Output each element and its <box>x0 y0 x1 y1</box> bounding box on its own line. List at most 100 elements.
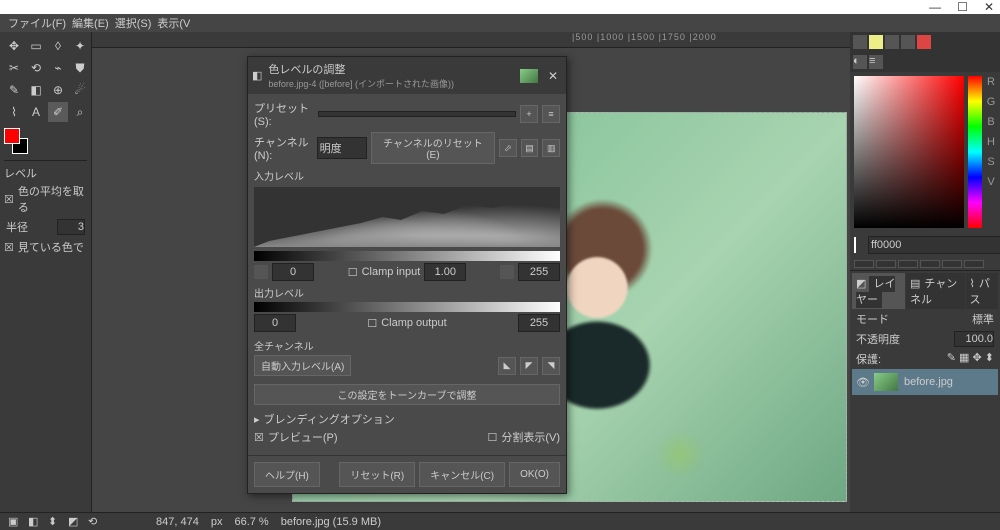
picker-black-icon[interactable]: ◣ <box>498 357 516 375</box>
sub-tab1[interactable]: ◐ <box>853 55 867 69</box>
status-unit[interactable]: px <box>211 516 223 528</box>
clamp-output-check[interactable]: ☐ <box>367 317 377 330</box>
preset-add-icon[interactable]: + <box>520 105 538 123</box>
linear-hist-icon[interactable]: ⬀ <box>499 139 517 157</box>
output-low[interactable] <box>254 314 296 332</box>
picker-gray-icon[interactable]: ◤ <box>520 357 538 375</box>
recent3[interactable] <box>898 260 918 268</box>
dialog-close-icon[interactable]: ✕ <box>544 69 562 83</box>
split-check[interactable]: ☐ <box>487 431 497 444</box>
recent6[interactable] <box>964 260 984 268</box>
menu-file[interactable]: ファイル(F) <box>6 15 68 31</box>
lock-icons[interactable]: ✎ ▦ ✥ ⬍ <box>947 351 994 367</box>
help-button[interactable]: ヘルプ(H) <box>254 462 320 487</box>
minimize-icon[interactable]: — <box>929 0 941 14</box>
tab-paths[interactable]: ⌇パス <box>966 273 998 309</box>
tool-eraser-icon[interactable]: ◧ <box>26 80 46 100</box>
clamp-input-check[interactable]: ☐ <box>348 266 358 279</box>
output-gradient[interactable] <box>254 302 560 312</box>
tool-clone-icon[interactable]: ⊕ <box>48 80 68 100</box>
output-high[interactable] <box>518 314 560 332</box>
tool-warp-icon[interactable]: ⌁ <box>48 58 68 78</box>
tool-fuzzy-icon[interactable]: ✦ <box>70 36 90 56</box>
pick-white-icon[interactable] <box>500 265 514 279</box>
close-icon[interactable]: ✕ <box>984 0 994 14</box>
dialog-title: 色レベルの調整 <box>268 61 514 77</box>
tool-crop-icon[interactable]: ✂ <box>4 58 24 78</box>
pick-black-icon[interactable] <box>254 265 268 279</box>
status-zoom[interactable]: 66.7 % <box>234 516 268 528</box>
menu-edit[interactable]: 編集(E) <box>70 15 111 31</box>
tool-pencil-icon[interactable]: ✎ <box>4 80 24 100</box>
hist-icon[interactable]: ▥ <box>542 139 560 157</box>
mode-select[interactable]: 標準 <box>972 311 994 327</box>
layer-name[interactable]: before.jpg <box>904 376 953 388</box>
reset-button[interactable]: リセット(R) <box>339 462 415 487</box>
maximize-icon[interactable]: ☐ <box>957 0 968 14</box>
recent2[interactable] <box>876 260 896 268</box>
sb-icon3[interactable]: ⬍ <box>48 515 62 528</box>
picker-white-icon[interactable]: ◥ <box>542 357 560 375</box>
foreground-swatch[interactable] <box>4 128 20 144</box>
tool-rect-select-icon[interactable]: ▭ <box>26 36 46 56</box>
tool-path-icon[interactable]: ⌇ <box>4 102 24 122</box>
menu-bar: ファイル(F) 編集(E) 選択(S) 表示(V <box>0 14 1000 32</box>
fg-bg-colors[interactable] <box>4 128 34 154</box>
preset-menu-icon[interactable]: ≡ <box>542 105 560 123</box>
edit-curves-button[interactable]: この設定をトーンカーブで調整 <box>254 384 560 405</box>
dock-tab5[interactable] <box>917 35 931 49</box>
sb-icon5[interactable]: ⟲ <box>88 515 102 528</box>
input-gamma[interactable] <box>424 263 466 281</box>
histogram[interactable] <box>254 187 560 247</box>
input-low[interactable] <box>272 263 314 281</box>
color-picker-gradient[interactable] <box>854 76 964 228</box>
menu-view[interactable]: 表示(V <box>155 15 192 31</box>
recent1[interactable] <box>854 260 874 268</box>
preset-select[interactable] <box>318 111 516 117</box>
tool-color-picker-icon[interactable]: ✐ <box>48 102 68 122</box>
sb-icon4[interactable]: ◩ <box>68 515 82 528</box>
sub-tab2[interactable]: ≡ <box>869 55 883 69</box>
preview-check[interactable]: ☒ <box>254 431 264 444</box>
tool-move-icon[interactable]: ✥ <box>4 36 24 56</box>
dock-tab2[interactable] <box>869 35 883 49</box>
tool-zoom-icon[interactable]: ⌕ <box>70 102 90 122</box>
tool-rotate-icon[interactable]: ⟲ <box>26 58 46 78</box>
input-gradient[interactable] <box>254 251 560 261</box>
dialog-subtitle: before.jpg-4 ([before] (インポートされた画像)) <box>268 77 514 90</box>
channel-reset-button[interactable]: チャンネルのリセット(E) <box>371 132 495 164</box>
auto-levels-button[interactable]: 自動入力レベル(A) <box>254 355 351 376</box>
dock-tab1[interactable] <box>853 35 867 49</box>
seecolor-checkbox[interactable]: ☒ <box>4 241 14 254</box>
avg-checkbox[interactable]: ☒ <box>4 193 14 206</box>
log-hist-icon[interactable]: ▤ <box>521 139 539 157</box>
tool-free-select-icon[interactable]: ◊ <box>48 36 68 56</box>
channel-select[interactable]: 明度 <box>317 137 367 159</box>
ok-button[interactable]: OK(O) <box>509 462 560 487</box>
menu-select[interactable]: 選択(S) <box>113 15 154 31</box>
layer-item[interactable]: 👁 before.jpg <box>852 369 998 395</box>
sb-icon2[interactable]: ◧ <box>28 515 42 528</box>
dock-tab3[interactable] <box>885 35 899 49</box>
dock-subtabs: ◐ ≡ <box>850 52 1000 72</box>
hex-input[interactable] <box>868 236 1000 254</box>
recent4[interactable] <box>920 260 940 268</box>
sb-icon1[interactable]: ▣ <box>8 515 22 528</box>
hue-slider[interactable] <box>968 76 982 228</box>
tool-text-icon[interactable]: A <box>26 102 46 122</box>
current-fg-swatch[interactable] <box>854 237 856 253</box>
recent5[interactable] <box>942 260 962 268</box>
tool-smudge-icon[interactable]: ☄ <box>70 80 90 100</box>
cancel-button[interactable]: キャンセル(C) <box>419 462 505 487</box>
preset-label: プリセット(S): <box>254 100 314 128</box>
radius-input[interactable] <box>57 219 85 235</box>
visibility-icon[interactable]: 👁 <box>856 376 868 389</box>
dock-tabs <box>850 32 1000 52</box>
input-high[interactable] <box>518 263 560 281</box>
tab-channels[interactable]: ▤チャンネル <box>906 273 965 309</box>
dock-tab4[interactable] <box>901 35 915 49</box>
opacity-input[interactable] <box>954 331 994 347</box>
tool-bucket-icon[interactable]: ⛊ <box>70 58 90 78</box>
tab-layers[interactable]: ◩ レイヤー <box>852 273 905 309</box>
blend-expand-icon[interactable]: ▸ <box>254 413 260 426</box>
